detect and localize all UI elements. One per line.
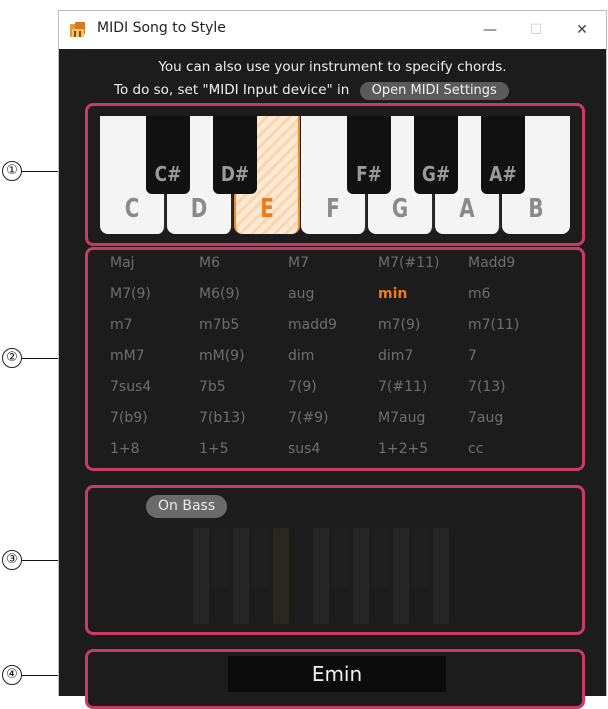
bass-key [253,528,269,588]
chord-type-option[interactable]: Madd9 [468,255,515,271]
black-key-c-sharp-label: C# [154,162,182,186]
chord-type-option[interactable]: madd9 [288,317,337,333]
maximize-icon[interactable]: ☐ [513,11,559,49]
black-key-d-sharp-label: D# [220,162,250,186]
callout-4: ④ [2,665,22,685]
chord-display-panel: Emin [85,649,585,709]
chord-type-option[interactable]: 1+2+5 [378,441,428,457]
chord-type-option[interactable]: 1+8 [110,441,140,457]
white-key-f-label: F [326,194,340,224]
chord-type-option[interactable]: 7(b9) [110,410,148,426]
minimize-icon[interactable]: — [467,11,513,49]
chord-type-option[interactable]: M6(9) [199,286,240,302]
chord-type-option[interactable]: dim7 [378,348,413,364]
chord-type-option[interactable]: M7(9) [110,286,151,302]
black-key-f-sharp-label: F# [356,162,382,186]
chord-type-option[interactable]: 7(13) [468,379,506,395]
chord-type-option[interactable]: 1+5 [199,441,229,457]
chord-type-option[interactable]: 7(#9) [288,410,328,426]
chord-type-option[interactable]: min [378,286,407,302]
app-window: MIDI Song to Style — ☐ ✕ You can also us… [58,10,607,709]
keyboard-panel: C D E F G A B C# D# F# G# A# [85,103,585,246]
chord-type-option[interactable]: M6 [199,255,220,271]
white-key-c-label: C [124,194,140,224]
chord-type-option[interactable]: mM7 [110,348,145,364]
bass-key [313,528,329,624]
bass-key [393,528,409,624]
chord-type-option[interactable]: M7(#11) [378,255,439,271]
chord-type-option[interactable]: m7 [110,317,133,333]
info-line-2-text: To do so, set "MIDI Input device" in [114,82,350,98]
open-midi-settings-button[interactable]: Open MIDI Settings [359,82,509,100]
chord-type-option[interactable]: Maj [110,255,135,271]
bass-key [193,528,209,624]
chord-type-option[interactable]: cc [468,441,483,457]
bass-key [413,528,429,588]
chord-type-option[interactable]: aug [288,286,314,302]
chord-type-option[interactable]: 7b5 [199,379,226,395]
black-key-g-sharp-label: G# [421,162,451,186]
chord-type-option[interactable]: sus4 [288,441,320,457]
callout-3: ③ [2,550,22,570]
black-key-a-sharp-label: A# [489,162,517,186]
chord-type-option[interactable]: 7 [468,348,477,364]
white-key-a-label: A [459,194,475,224]
info-line-1: You can also use your instrument to spec… [158,59,507,75]
chord-type-option[interactable]: m6 [468,286,491,302]
close-icon[interactable]: ✕ [559,11,605,49]
black-key-a-sharp[interactable]: A# [481,116,525,194]
white-key-g-label: G [391,194,409,224]
title-bar[interactable]: MIDI Song to Style — ☐ ✕ [59,11,606,49]
bass-key [273,528,289,624]
chord-type-option[interactable]: 7(9) [288,379,317,395]
bass-key [373,528,389,588]
black-key-g-sharp[interactable]: G# [414,116,458,194]
chord-type-option[interactable]: 7sus4 [110,379,151,395]
bass-key [333,528,349,588]
chord-type-option[interactable]: dim [288,348,314,364]
chord-type-option[interactable]: 7aug [468,410,503,426]
chord-type-option[interactable]: mM(9) [199,348,245,364]
chord-type-option[interactable]: 7(b13) [199,410,246,426]
bass-keyboard-disabled [193,528,493,624]
black-key-f-sharp[interactable]: F# [347,116,391,194]
chord-type-panel: Maj M6 M7 M7(#11) Madd9 M7(9) M6(9) aug min m6 m7 m… [85,247,585,471]
chord-name-display: Emin [228,656,446,692]
bass-key [353,528,369,624]
root-keyboard: C D E F G A B C# D# F# G# A# [100,116,570,234]
callout-2: ② [2,348,22,368]
bass-key [233,528,249,624]
white-key-d-label: D [190,194,208,224]
chord-type-option[interactable]: m7(11) [468,317,519,333]
white-key-e-label: E [260,194,274,224]
bass-key [433,528,449,624]
white-key-b-label: B [528,194,544,224]
on-bass-panel: On Bass [85,485,585,635]
black-key-d-sharp[interactable]: D# [213,116,257,194]
chord-type-option[interactable]: 7(#11) [378,379,427,395]
bass-key [213,528,229,588]
chord-type-option[interactable]: m7b5 [199,317,239,333]
info-line-2: To do so, set "MIDI Input device" in Ope… [114,82,509,100]
on-bass-toggle[interactable]: On Bass [146,495,228,518]
black-key-c-sharp[interactable]: C# [146,116,190,194]
chord-type-option[interactable]: m7(9) [378,317,420,333]
callout-1: ① [2,161,22,181]
chord-type-option[interactable]: M7 [288,255,309,271]
app-icon [69,21,87,39]
window-title: MIDI Song to Style [97,20,226,36]
chord-type-option[interactable]: M7aug [378,410,425,426]
